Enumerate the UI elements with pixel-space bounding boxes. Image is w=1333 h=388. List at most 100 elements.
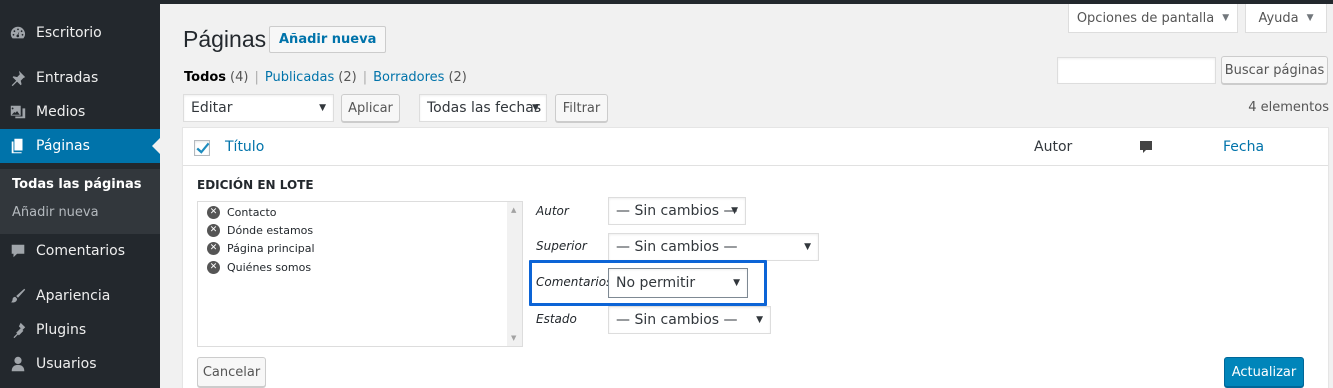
separator: | xyxy=(362,70,368,85)
status-value: — Sin cambios — xyxy=(616,312,738,328)
scroll-down-icon[interactable]: ▼ xyxy=(511,334,516,342)
view-all-link[interactable]: Todos (4) xyxy=(184,70,248,85)
cancel-button[interactable]: Cancelar xyxy=(197,357,266,387)
date-filter-select[interactable]: Todas las fechas ▼ xyxy=(419,94,547,122)
bulk-edit-heading: EDICIÓN EN LOTE xyxy=(197,178,314,192)
items-count: 4 elementos xyxy=(1248,100,1329,115)
view-filters: Todos (4) | Publicadas (2) | Borradores (2) xyxy=(184,70,467,85)
caret-down-icon: ▼ xyxy=(756,315,763,325)
scroll-up-icon[interactable]: ▲ xyxy=(511,206,516,214)
sidebar-item-apariencia[interactable]: Apariencia xyxy=(0,279,160,313)
parent-value: — Sin cambios — xyxy=(616,239,738,255)
page-name: Página principal xyxy=(227,242,315,255)
page-title: Páginas xyxy=(183,26,267,52)
caret-down-icon: ▼ xyxy=(733,278,740,288)
caret-down-icon: ▼ xyxy=(804,242,811,252)
sidebar-item-paginas[interactable]: Páginas xyxy=(0,129,160,163)
view-all-count: (4) xyxy=(230,70,249,85)
add-new-page-button[interactable]: Añadir nueva xyxy=(269,26,387,53)
main-content: Opciones de pantalla ▼ Ayuda ▼ Páginas A… xyxy=(160,4,1333,388)
list-scrollbar[interactable]: ▲ ▼ xyxy=(507,202,522,346)
list-item: ✕ Dónde estamos xyxy=(207,224,313,237)
status-label: Estado xyxy=(536,312,577,326)
parent-label: Superior xyxy=(536,239,587,253)
list-item: ✕ Contacto xyxy=(207,206,277,219)
list-item: ✕ Quiénes somos xyxy=(207,261,311,274)
author-label: Autor xyxy=(536,204,569,218)
view-published-count: (2) xyxy=(338,70,357,85)
bulk-actions-select[interactable]: Editar ▼ xyxy=(183,94,334,122)
update-button[interactable]: Actualizar xyxy=(1224,357,1304,387)
sidebar-item-label: Páginas xyxy=(36,138,90,154)
comments-column-icon[interactable] xyxy=(1139,140,1153,154)
pages-icon xyxy=(8,136,28,156)
view-published-label: Publicadas xyxy=(264,70,335,85)
pages-submenu: Todas las páginas Añadir nueva xyxy=(0,169,160,234)
view-drafts-link[interactable]: Borradores (2) xyxy=(373,70,467,85)
sidebar-item-usuarios[interactable]: Usuarios xyxy=(0,347,160,381)
submenu-item-all-pages[interactable]: Todas las páginas xyxy=(12,177,142,192)
sidebar-item-label: Comentarios xyxy=(36,243,126,259)
screen-options-label: Opciones de pantalla xyxy=(1076,10,1215,26)
help-button[interactable]: Ayuda ▼ xyxy=(1245,4,1327,33)
author-select[interactable]: — Sin cambios — ▼ xyxy=(608,197,746,225)
comments-value: No permitir xyxy=(616,275,696,291)
current-menu-arrow xyxy=(152,138,160,154)
admin-sidebar: Escritorio Entradas Medios Páginas Todas… xyxy=(0,4,160,388)
pages-table: Título Autor Fecha EDICIÓN EN LOTE ✕ Con… xyxy=(182,127,1329,388)
search-pages-input[interactable] xyxy=(1057,57,1216,84)
remove-icon[interactable]: ✕ xyxy=(207,242,220,255)
comment-icon xyxy=(8,241,28,261)
sidebar-item-comentarios[interactable]: Comentarios xyxy=(0,234,160,268)
status-select[interactable]: — Sin cambios — ▼ xyxy=(608,306,771,334)
column-title[interactable]: Título xyxy=(225,139,264,155)
sidebar-item-escritorio[interactable]: Escritorio xyxy=(0,16,160,50)
view-all-label: Todos xyxy=(184,70,227,85)
help-label: Ayuda xyxy=(1258,10,1299,26)
pin-icon xyxy=(8,68,28,88)
checkmark-icon xyxy=(196,142,210,154)
sidebar-item-entradas[interactable]: Entradas xyxy=(0,61,160,95)
caret-down-icon: ▼ xyxy=(319,103,326,113)
users-icon xyxy=(8,354,28,374)
page-name: Dónde estamos xyxy=(227,224,314,237)
select-all-checkbox[interactable] xyxy=(194,140,210,156)
list-item: ✕ Página principal xyxy=(207,242,315,255)
plugin-icon xyxy=(8,320,28,340)
brush-icon xyxy=(8,286,28,306)
view-drafts-count: (2) xyxy=(448,70,467,85)
remove-icon[interactable]: ✕ xyxy=(207,206,220,219)
submenu-item-add-new[interactable]: Añadir nueva xyxy=(12,205,99,220)
comments-select[interactable]: No permitir ▼ xyxy=(608,268,748,298)
view-published-link[interactable]: Publicadas (2) xyxy=(265,70,357,85)
sidebar-item-label: Entradas xyxy=(36,70,99,86)
parent-select[interactable]: — Sin cambios — ▼ xyxy=(608,233,819,261)
view-drafts-label: Borradores xyxy=(373,70,445,85)
remove-icon[interactable]: ✕ xyxy=(207,261,220,274)
apply-button[interactable]: Aplicar xyxy=(341,94,400,122)
filter-button[interactable]: Filtrar xyxy=(555,94,608,122)
date-filter-value: Todas las fechas xyxy=(427,100,542,116)
bulk-edit-page-list[interactable]: ✕ Contacto ✕ Dónde estamos ✕ Página prin… xyxy=(197,201,523,347)
column-author: Autor xyxy=(1034,139,1073,155)
caret-down-icon: ▼ xyxy=(1306,13,1314,23)
dashboard-icon xyxy=(8,23,28,43)
sidebar-item-label: Medios xyxy=(36,104,86,120)
column-date[interactable]: Fecha xyxy=(1223,139,1264,155)
caret-down-icon: ▼ xyxy=(532,103,539,113)
author-value: — Sin cambios — xyxy=(616,203,738,219)
comments-label: Comentarios xyxy=(536,275,613,289)
separator: | xyxy=(254,70,259,85)
table-header: Título Autor Fecha xyxy=(183,128,1328,166)
sidebar-item-label: Escritorio xyxy=(36,25,102,41)
remove-icon[interactable]: ✕ xyxy=(207,224,220,237)
sidebar-item-medios[interactable]: Medios xyxy=(0,95,160,129)
sidebar-item-label: Plugins xyxy=(36,322,87,338)
sidebar-item-label: Apariencia xyxy=(36,288,111,304)
screen-options-button[interactable]: Opciones de pantalla ▼ xyxy=(1068,4,1238,33)
sidebar-item-plugins[interactable]: Plugins xyxy=(0,313,160,347)
sidebar-item-label: Usuarios xyxy=(36,356,97,372)
page-name: Quiénes somos xyxy=(227,261,312,274)
caret-down-icon: ▼ xyxy=(731,206,738,216)
search-pages-button[interactable]: Buscar páginas xyxy=(1221,56,1328,84)
